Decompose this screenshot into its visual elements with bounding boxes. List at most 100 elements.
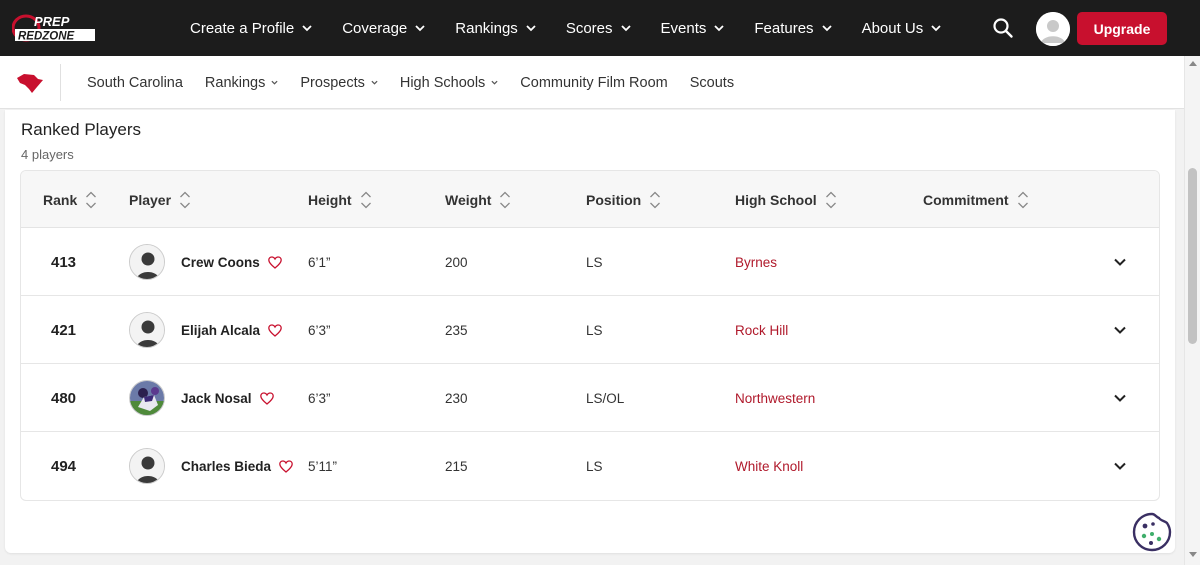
sort-icon xyxy=(825,191,836,208)
user-avatar[interactable] xyxy=(1036,12,1070,46)
rank-value: 480 xyxy=(51,389,77,407)
players-table: Rank Player Height Weight Position High … xyxy=(20,170,1160,501)
player-silhouette-icon xyxy=(130,313,164,347)
column-label: Height xyxy=(308,191,352,208)
heart-icon[interactable] xyxy=(267,255,282,269)
player-name[interactable]: Charles Bieda xyxy=(181,459,271,474)
rank-value: 494 xyxy=(51,457,77,475)
high-school-link[interactable]: White Knoll xyxy=(735,432,803,500)
nav-coverage[interactable]: Coverage xyxy=(342,20,425,37)
nav-label: Events xyxy=(660,19,707,37)
player-avatar[interactable] xyxy=(129,244,165,280)
cookie-settings-icon[interactable] xyxy=(1132,512,1172,552)
weight-value: 235 xyxy=(445,322,468,338)
chevron-down-icon[interactable] xyxy=(1113,325,1127,335)
player-photo[interactable] xyxy=(129,380,165,416)
player-name[interactable]: Jack Nosal xyxy=(181,391,252,406)
column-header-player[interactable]: Player xyxy=(129,171,191,228)
upgrade-button[interactable]: Upgrade xyxy=(1077,12,1167,45)
high-school-link[interactable]: Rock Hill xyxy=(735,296,788,364)
sort-icon xyxy=(360,191,371,208)
high-school-link[interactable]: Byrnes xyxy=(735,228,777,296)
chevron-down-icon xyxy=(302,25,312,32)
column-header-height[interactable]: Height xyxy=(308,171,372,228)
table-header: Rank Player Height Weight Position High … xyxy=(21,171,1159,228)
player-name[interactable]: Crew Coons xyxy=(181,255,260,270)
heart-icon[interactable] xyxy=(268,323,282,337)
sort-icon xyxy=(500,191,511,208)
subnav-south-carolina[interactable]: South Carolina xyxy=(87,75,183,91)
sort-icon xyxy=(180,191,191,208)
position-value: LS xyxy=(586,458,603,474)
subnav-high-schools[interactable]: High Schools xyxy=(400,75,498,91)
high-school-link[interactable]: Northwestern xyxy=(735,364,815,432)
scroll-down-arrow-icon[interactable] xyxy=(1189,552,1197,558)
page-title: Ranked Players xyxy=(21,120,142,139)
nav-rankings[interactable]: Rankings xyxy=(455,20,536,37)
logo-text-top: PREP xyxy=(34,14,70,29)
state-nav: South Carolina Rankings Prospects High S… xyxy=(87,56,756,109)
ranked-players-panel: Ranked Players 4 players Rank Player Hei… xyxy=(5,110,1175,553)
subnav-scouts[interactable]: Scouts xyxy=(690,75,734,91)
table-row[interactable]: 421 Elijah Alcala 6’3” 235 LS Rock Hill xyxy=(21,296,1159,364)
table-row[interactable]: 480 Jack Nosal 6’3” 230 LS/OL Northweste… xyxy=(21,364,1159,432)
position-value: LS xyxy=(586,254,603,270)
subnav-community-film-room[interactable]: Community Film Room xyxy=(520,75,667,91)
table-row[interactable]: 494 Charles Bieda 5’11” 215 LS White Kno… xyxy=(21,432,1159,500)
heart-icon[interactable] xyxy=(259,391,274,405)
sub-navbar: South Carolina Rankings Prospects High S… xyxy=(0,56,1184,109)
prep-redzone-logo[interactable]: PREP REDZONE xyxy=(12,12,98,44)
player-silhouette-icon xyxy=(130,245,164,279)
nav-scores[interactable]: Scores xyxy=(566,20,631,37)
column-label: Commitment xyxy=(923,191,1009,208)
subnav-label: Community Film Room xyxy=(520,74,668,91)
rank-value: 413 xyxy=(51,253,77,271)
chevron-down-icon xyxy=(491,80,498,85)
column-header-weight[interactable]: Weight xyxy=(445,171,511,228)
height-value: 5’11” xyxy=(308,458,338,474)
subnav-rankings[interactable]: Rankings xyxy=(205,75,278,91)
scroll-up-arrow-icon[interactable] xyxy=(1189,60,1197,66)
chevron-down-icon[interactable] xyxy=(1113,461,1127,471)
player-avatar[interactable] xyxy=(129,312,165,348)
subnav-prospects[interactable]: Prospects xyxy=(300,74,378,91)
table-row[interactable]: 413 Crew Coons 6’1” 200 LS Byrnes xyxy=(21,228,1159,296)
column-label: Player xyxy=(129,191,172,208)
sort-icon xyxy=(1017,191,1028,208)
player-silhouette-icon xyxy=(130,449,164,483)
nav-create-a-profile[interactable]: Create a Profile xyxy=(190,20,312,37)
subnav-label: South Carolina xyxy=(87,74,183,91)
search-icon[interactable] xyxy=(992,17,1014,39)
nav-events[interactable]: Events xyxy=(661,20,725,37)
column-header-commitment[interactable]: Commitment xyxy=(923,171,1029,228)
weight-value: 215 xyxy=(445,458,468,474)
south-carolina-state-icon[interactable] xyxy=(16,72,44,94)
chevron-down-icon[interactable] xyxy=(1113,393,1127,403)
nav-about-us[interactable]: About Us xyxy=(862,20,942,37)
position-value: LS/OL xyxy=(586,390,625,406)
rank-value: 421 xyxy=(51,321,77,339)
user-silhouette-icon xyxy=(1036,12,1070,46)
column-header-high-school[interactable]: High School xyxy=(735,171,837,228)
column-label: Position xyxy=(586,191,642,208)
nav-features[interactable]: Features xyxy=(754,20,832,37)
player-avatar[interactable] xyxy=(129,448,165,484)
scrollbar-thumb[interactable] xyxy=(1188,168,1197,344)
nav-label: Create a Profile xyxy=(190,19,295,37)
nav-label: About Us xyxy=(861,19,924,37)
column-header-position[interactable]: Position xyxy=(586,171,661,228)
position-value: LS xyxy=(586,322,603,338)
column-header-rank[interactable]: Rank xyxy=(43,171,97,228)
subnav-label: Scouts xyxy=(689,74,735,91)
subnav-label: High Schools xyxy=(399,74,486,91)
player-name[interactable]: Elijah Alcala xyxy=(181,323,260,338)
subnav-label: Prospects xyxy=(300,74,365,91)
sort-icon xyxy=(650,191,661,208)
logo-text-bottom: REDZONE xyxy=(18,31,75,43)
player-count: 4 players xyxy=(21,147,74,162)
chevron-down-icon xyxy=(271,80,278,85)
page-scrollbar[interactable] xyxy=(1184,56,1200,565)
chevron-down-icon[interactable] xyxy=(1113,257,1127,267)
divider xyxy=(60,64,61,101)
heart-icon[interactable] xyxy=(279,459,293,473)
